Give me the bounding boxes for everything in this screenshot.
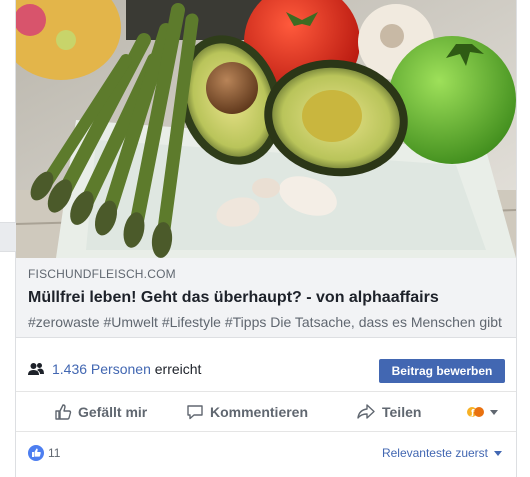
link-preview[interactable]: FISCHUNDFLEISCH.COM Müllfrei leben! Geht…: [16, 258, 516, 338]
reach-suffix: erreicht: [154, 361, 202, 377]
feed-gutter-left: [0, 0, 16, 477]
reactions-summary: 11 Relevanteste zuerst: [16, 432, 516, 477]
reach-text: 1.436 Personen erreicht: [52, 360, 201, 378]
like-reaction-icon[interactable]: [28, 445, 44, 461]
feed-gutter-notch: [0, 222, 16, 252]
comment-button[interactable]: Kommentieren: [186, 392, 308, 432]
chevron-down-icon: [494, 450, 502, 456]
svg-text:ƒ: ƒ: [470, 408, 475, 417]
link-title[interactable]: Müllfrei leben! Geht das überhaupt? - vo…: [28, 288, 504, 308]
reach-bar: 1.436 Personen erreicht Beitrag bewerben: [16, 348, 516, 392]
sort-label: Relevanteste zuerst: [381, 446, 488, 460]
feed-gutter-right: [516, 0, 530, 477]
people-icon: [28, 363, 44, 375]
reaction-picker[interactable]: ƒ: [466, 392, 506, 432]
post-card: FISCHUNDFLEISCH.COM Müllfrei leben! Geht…: [16, 0, 516, 477]
link-description: #zerowaste #Umwelt #Lifestyle #Tipps Die…: [28, 314, 502, 330]
link-preview-image[interactable]: [16, 0, 516, 258]
post-actions: Gefällt mir Kommentieren Teilen ƒ: [16, 392, 516, 432]
reaction-picker-icon: ƒ: [467, 407, 498, 417]
like-label: Gefällt mir: [78, 404, 148, 420]
comment-sort-dropdown[interactable]: Relevanteste zuerst: [382, 445, 502, 461]
like-button[interactable]: Gefällt mir: [54, 392, 147, 432]
share-icon: [357, 404, 375, 419]
link-domain: FISCHUNDFLEISCH.COM: [28, 267, 176, 281]
comment-icon: [187, 405, 203, 420]
thumbs-up-icon: [55, 404, 72, 420]
vegetables-photo: [16, 0, 516, 258]
share-label: Teilen: [382, 404, 422, 420]
reaction-count[interactable]: 11: [48, 445, 60, 461]
boost-post-button[interactable]: Beitrag bewerben: [379, 359, 505, 383]
comment-label: Kommentieren: [210, 404, 309, 420]
share-button[interactable]: Teilen: [356, 392, 421, 432]
reach-count-link[interactable]: 1.436 Personen: [52, 361, 151, 377]
